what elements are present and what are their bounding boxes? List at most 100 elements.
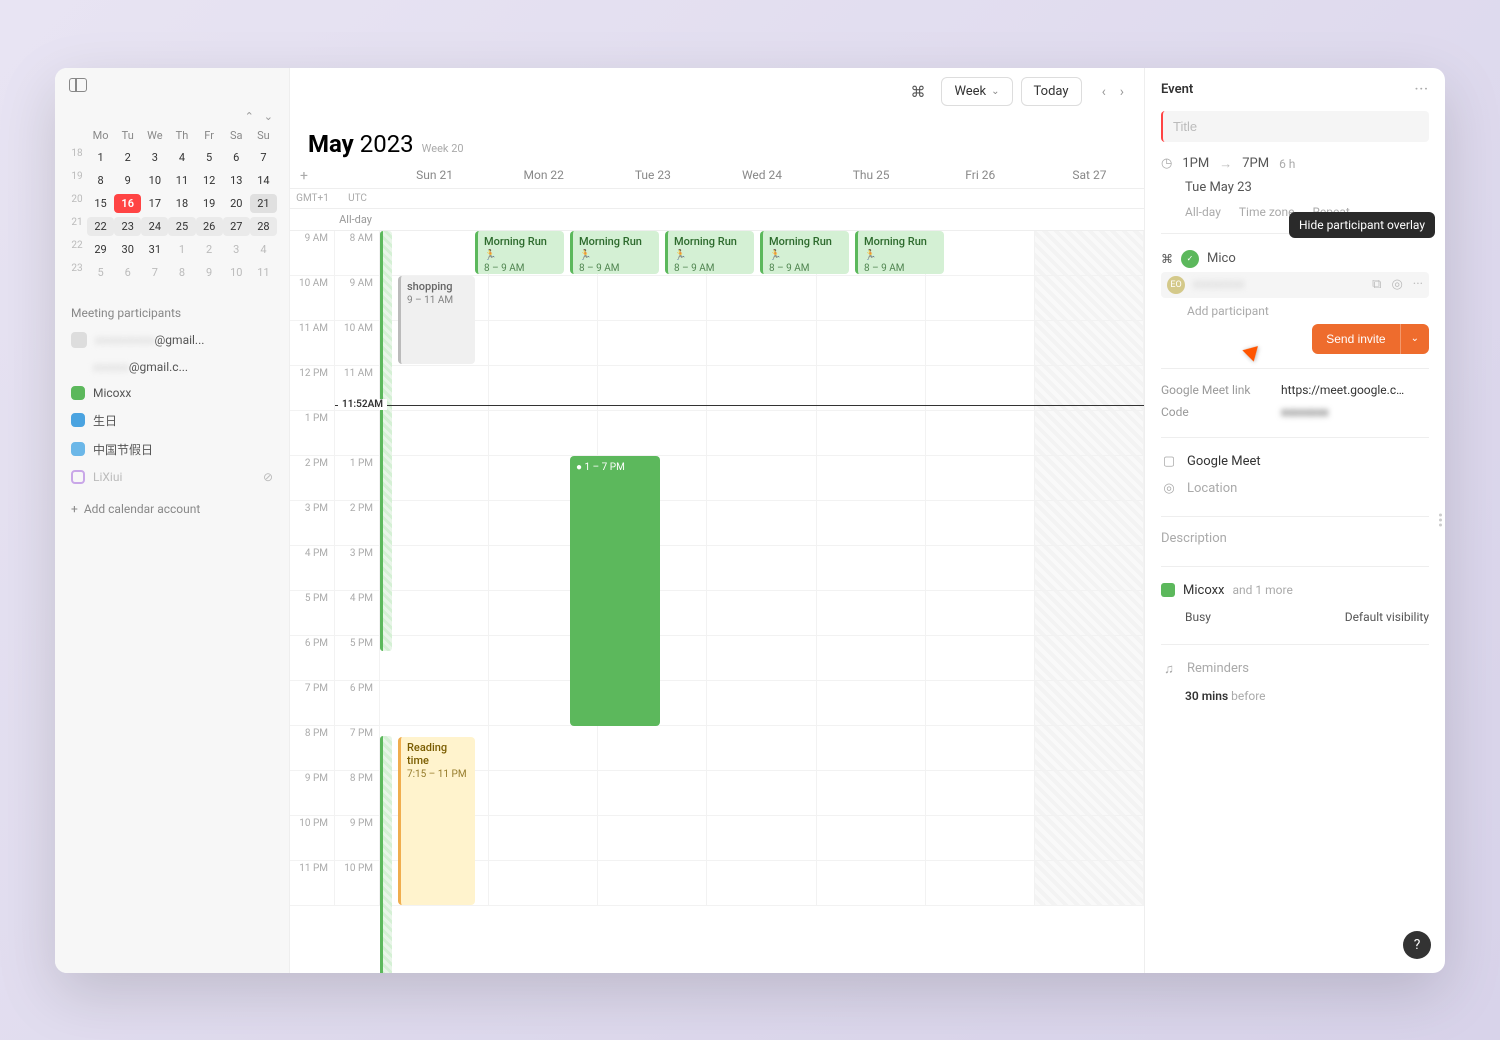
- timezone-toggle[interactable]: Time zone: [1239, 205, 1295, 219]
- calendar-item[interactable]: 生日: [55, 406, 289, 435]
- mini-cal-day[interactable]: 23: [114, 217, 141, 236]
- event-morning-run[interactable]: Morning Run🏃8 – 9 AM: [760, 231, 849, 274]
- mini-cal-day[interactable]: 2: [196, 240, 223, 259]
- mini-cal-day[interactable]: 8: [87, 171, 114, 190]
- event-title-input[interactable]: [1161, 111, 1429, 142]
- mini-cal-day[interactable]: 7: [141, 263, 168, 282]
- start-time[interactable]: 1PM: [1182, 156, 1209, 171]
- mini-cal-day[interactable]: 1: [87, 148, 114, 167]
- mini-cal-day[interactable]: 4: [168, 148, 195, 167]
- mini-cal-day[interactable]: 2: [114, 148, 141, 167]
- busy-status[interactable]: Busy: [1185, 610, 1211, 624]
- mini-cal-day[interactable]: 21: [250, 194, 277, 213]
- calendar-color-dot: [71, 470, 85, 484]
- mini-cal-day[interactable]: 26: [196, 217, 223, 236]
- mini-cal-day[interactable]: 5: [196, 148, 223, 167]
- event-reading[interactable]: Reading time 7:15 – 11 PM: [398, 737, 475, 905]
- mini-cal-day[interactable]: 6: [223, 148, 250, 167]
- location-row[interactable]: ◎ Location: [1161, 475, 1429, 502]
- calendar-item[interactable]: LiXiui⊘: [55, 464, 289, 490]
- mini-cal-day[interactable]: 5: [87, 263, 114, 282]
- prev-week-button[interactable]: ‹: [1096, 80, 1112, 104]
- mini-cal-day[interactable]: 20: [223, 194, 250, 213]
- mini-cal-day[interactable]: 9: [196, 263, 223, 282]
- mini-cal-day[interactable]: 7: [250, 148, 277, 167]
- mini-cal-day[interactable]: 18: [168, 194, 195, 213]
- send-invite-button[interactable]: Send invite: [1312, 324, 1399, 354]
- mini-cal-day[interactable]: 9: [114, 171, 141, 190]
- avatar-icon: [71, 332, 87, 348]
- mini-cal-day[interactable]: 6: [114, 263, 141, 282]
- mini-cal-day[interactable]: 11: [168, 171, 195, 190]
- mini-cal-day[interactable]: 27: [223, 217, 250, 236]
- mini-cal-day[interactable]: 10: [223, 263, 250, 282]
- mini-cal-day[interactable]: 19: [196, 194, 223, 213]
- add-participant[interactable]: Add participant: [1161, 298, 1429, 324]
- participant-item[interactable]: xxxxxx@gmail.c...: [55, 354, 289, 380]
- mini-cal-day[interactable]: 29: [87, 240, 114, 259]
- participant-item[interactable]: xxxxxxxxxx@gmail...: [55, 326, 289, 354]
- command-icon[interactable]: ⌘: [902, 83, 933, 101]
- today-button[interactable]: Today: [1021, 77, 1082, 106]
- mini-cal-day[interactable]: 11: [250, 263, 277, 282]
- chevron-down-icon: ⌄: [991, 86, 999, 97]
- google-meet-row[interactable]: ▢ Google Meet: [1161, 448, 1429, 475]
- mini-cal-day[interactable]: 1: [168, 240, 195, 259]
- event-new[interactable]: ● 1 – 7 PM: [570, 456, 660, 726]
- end-time[interactable]: 7PM: [1242, 156, 1269, 171]
- calendar-color-dot: [71, 413, 85, 427]
- mini-cal-day[interactable]: 8: [168, 263, 195, 282]
- event-morning-run[interactable]: Morning Run🏃8 – 9 AM: [855, 231, 944, 274]
- more-icon[interactable]: ···: [1413, 277, 1423, 292]
- copy-icon[interactable]: ⧉: [1372, 277, 1381, 292]
- mini-cal-day[interactable]: 24: [141, 217, 168, 236]
- add-timezone-button[interactable]: +: [290, 168, 380, 184]
- mini-cal-day[interactable]: 13: [223, 171, 250, 190]
- mini-cal-next[interactable]: ⌄: [264, 110, 273, 123]
- mini-cal-day[interactable]: 3: [223, 240, 250, 259]
- mini-cal-day[interactable]: 4: [250, 240, 277, 259]
- add-calendar-account[interactable]: + Add calendar account: [55, 490, 289, 528]
- mini-cal-day[interactable]: 30: [114, 240, 141, 259]
- mini-cal-day[interactable]: 25: [168, 217, 195, 236]
- event-shopping[interactable]: shopping 9 – 11 AM: [398, 276, 475, 364]
- calendar-assign[interactable]: Micoxx and 1 more: [1161, 577, 1429, 604]
- calendar-item[interactable]: 中国节假日: [55, 435, 289, 464]
- mini-cal-day[interactable]: 31: [141, 240, 168, 259]
- reminders-row[interactable]: ♫ Reminders: [1161, 655, 1429, 683]
- sidebar-toggle-icon[interactable]: [69, 78, 87, 92]
- event-date[interactable]: Tue May 23: [1161, 180, 1429, 195]
- event-morning-run[interactable]: Morning Run🏃8 – 9 AM: [570, 231, 659, 274]
- next-week-button[interactable]: ›: [1114, 80, 1130, 104]
- mini-cal-day[interactable]: 16: [114, 194, 141, 213]
- visibility-status[interactable]: Default visibility: [1345, 610, 1429, 624]
- meet-link-value[interactable]: https://meet.google.c…: [1281, 383, 1404, 397]
- allday-toggle[interactable]: All-day: [1185, 205, 1221, 219]
- detail-more-button[interactable]: ···: [1415, 82, 1429, 97]
- mini-cal-prev[interactable]: ⌃: [245, 110, 254, 123]
- event-morning-run[interactable]: Morning Run🏃8 – 9 AM: [475, 231, 564, 274]
- view-selector[interactable]: Week ⌄: [941, 77, 1012, 106]
- timezone-label: GMT+1: [290, 193, 335, 204]
- event-morning-run[interactable]: Morning Run🏃8 – 9 AM: [665, 231, 754, 274]
- reminder-value[interactable]: 30 mins before: [1161, 683, 1429, 709]
- now-time-label: 11:52AM: [338, 399, 387, 410]
- description-row[interactable]: Description: [1161, 516, 1429, 552]
- participant-row[interactable]: ⌘ ✓ Mico Hide participant overlay: [1161, 246, 1429, 272]
- mini-cal-day[interactable]: 15: [87, 194, 114, 213]
- eye-icon[interactable]: ◎: [1391, 277, 1402, 292]
- day-header[interactable]: Sun 21: [380, 168, 489, 184]
- participants-section-title: Meeting participants: [55, 296, 289, 326]
- resize-handle[interactable]: [1439, 514, 1442, 527]
- mini-cal-day[interactable]: 12: [196, 171, 223, 190]
- mini-cal-day[interactable]: 14: [250, 171, 277, 190]
- mini-cal-day[interactable]: 3: [141, 148, 168, 167]
- mini-cal-day[interactable]: 22: [87, 217, 114, 236]
- help-button[interactable]: ?: [1403, 931, 1431, 959]
- send-invite-dropdown[interactable]: ⌄: [1400, 324, 1429, 354]
- participant-row[interactable]: EO xxxxxxxx ⧉ ◎ ···: [1161, 272, 1429, 298]
- mini-cal-day[interactable]: 10: [141, 171, 168, 190]
- calendar-item[interactable]: Micoxx: [55, 380, 289, 406]
- mini-cal-day[interactable]: 17: [141, 194, 168, 213]
- mini-cal-day[interactable]: 28: [250, 217, 277, 236]
